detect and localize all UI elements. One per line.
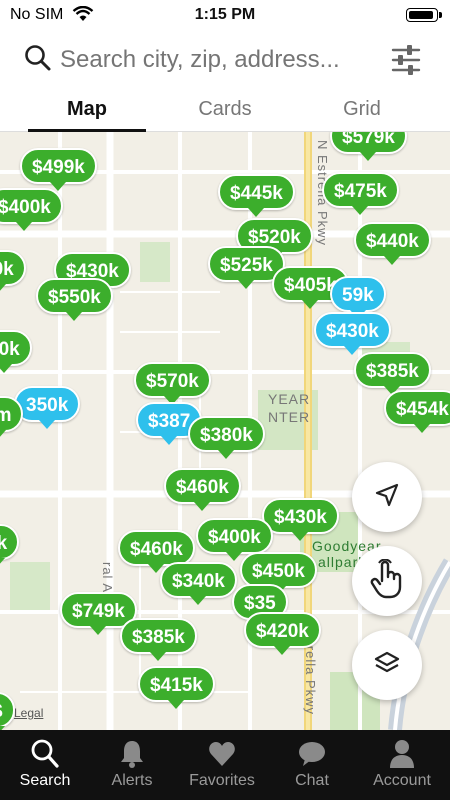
battery-icon — [406, 8, 442, 22]
price-pin[interactable]: $440k — [354, 222, 431, 265]
search-bar — [0, 30, 450, 92]
status-time: 1:15 PM — [194, 6, 256, 23]
chat-bubble-icon — [297, 738, 327, 770]
search-input[interactable] — [60, 46, 380, 74]
price-pin[interactable]: $445k — [218, 174, 295, 217]
bottom-nav: Search Alerts Favorites Chat Account — [0, 730, 450, 800]
price-pin[interactable]: $430k — [262, 498, 339, 541]
person-icon — [387, 738, 417, 770]
tab-map[interactable]: Map — [27, 98, 147, 121]
nav-account[interactable]: Account — [357, 730, 447, 800]
price-pin[interactable]: 59k — [330, 276, 386, 319]
price-pin[interactable]: $385k — [354, 352, 431, 395]
nav-favorites[interactable]: Favorites — [177, 730, 267, 800]
place-label: YEAR NTER — [268, 391, 311, 425]
legal-link[interactable]: Legal — [14, 706, 43, 720]
search-icon — [24, 44, 52, 79]
price-pin[interactable]: $380k — [188, 416, 265, 459]
nav-label: Chat — [295, 772, 329, 789]
nav-label: Alerts — [111, 772, 153, 789]
nav-search[interactable]: Search — [0, 730, 90, 800]
price-pin[interactable]: $400k — [196, 518, 273, 561]
map-view[interactable]: N Estrella Pkwy Estrella Pkwy ral Ave Go… — [0, 132, 450, 730]
heart-icon — [207, 738, 237, 770]
nav-alerts[interactable]: Alerts — [87, 730, 177, 800]
map-layers-button[interactable] — [352, 630, 422, 700]
locate-me-button[interactable] — [352, 462, 422, 532]
price-pin[interactable]: $550k — [36, 278, 113, 321]
nav-chat[interactable]: Chat — [267, 730, 357, 800]
nav-label: Account — [373, 772, 431, 789]
price-pin[interactable]: $499k — [20, 148, 97, 191]
search-icon — [30, 738, 60, 770]
price-pin[interactable]: $420k — [244, 612, 321, 655]
layers-icon — [373, 649, 401, 682]
draw-area-button[interactable] — [352, 546, 422, 616]
nav-label: Favorites — [189, 772, 255, 789]
status-bar: No SIM 1:15 PM — [0, 0, 450, 30]
price-pin[interactable]: 350k — [14, 386, 81, 429]
nav-label: Search — [19, 772, 71, 789]
tab-grid[interactable]: Grid — [302, 98, 422, 121]
price-pin[interactable]: $579k — [330, 132, 407, 161]
price-pin[interactable]: $475k — [322, 172, 399, 215]
price-pin[interactable]: $430k — [314, 312, 391, 355]
navigation-arrow-icon — [374, 482, 400, 513]
price-pin[interactable]: $454k — [384, 390, 450, 433]
price-pin[interactable]: $450k — [240, 552, 317, 595]
price-pin[interactable]: $570k — [134, 362, 211, 405]
price-pin[interactable]: $385k — [120, 618, 197, 661]
view-tabs: Map Cards Grid — [0, 92, 450, 132]
price-pin[interactable]: $400k — [0, 188, 63, 231]
price-pin[interactable]: $460k — [118, 530, 195, 573]
price-pin[interactable]: $460k — [164, 468, 241, 511]
filter-sliders-icon[interactable] — [390, 42, 422, 83]
price-pin[interactable]: $340k — [160, 562, 237, 605]
bell-icon — [117, 738, 147, 770]
price-pin[interactable]: $415k — [138, 666, 215, 709]
tab-cards[interactable]: Cards — [165, 98, 285, 121]
hand-pointer-icon — [370, 558, 404, 604]
